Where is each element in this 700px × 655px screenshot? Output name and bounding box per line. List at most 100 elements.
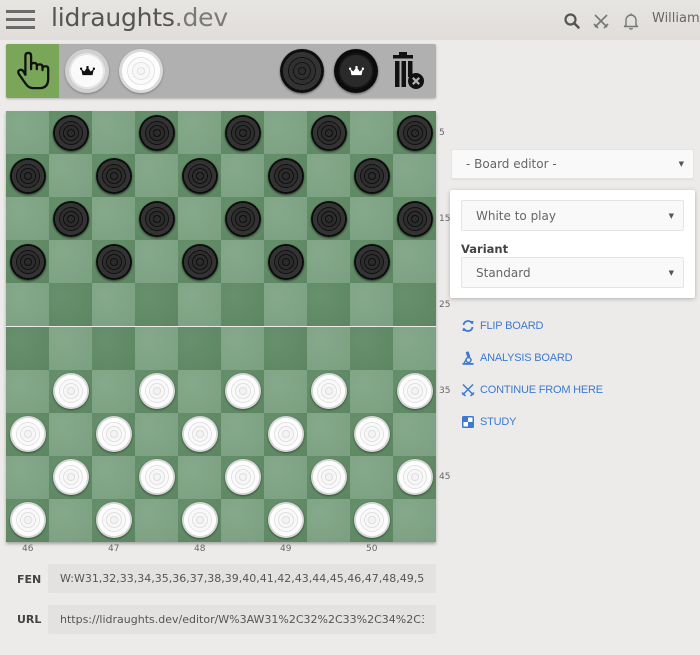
black-man-piece[interactable] bbox=[396, 200, 433, 237]
square-22[interactable] bbox=[135, 283, 178, 327]
black-man-piece[interactable] bbox=[95, 157, 132, 194]
black-man-piece[interactable] bbox=[224, 200, 261, 237]
light-square bbox=[393, 240, 436, 284]
white-king-spare[interactable] bbox=[65, 49, 109, 93]
square-26[interactable] bbox=[6, 326, 49, 370]
black-man-piece[interactable] bbox=[267, 243, 304, 280]
black-man-piece[interactable] bbox=[181, 157, 218, 194]
light-square bbox=[264, 455, 307, 499]
pointer-tool[interactable] bbox=[6, 44, 59, 98]
hand-pointer-icon bbox=[17, 51, 50, 90]
bell-icon[interactable] bbox=[622, 12, 640, 30]
light-square bbox=[92, 197, 135, 241]
light-square bbox=[307, 154, 350, 198]
white-man-piece[interactable] bbox=[353, 416, 390, 453]
square-21[interactable] bbox=[49, 283, 92, 327]
white-man-piece[interactable] bbox=[9, 416, 46, 453]
board[interactable] bbox=[6, 111, 436, 543]
black-man-piece[interactable] bbox=[224, 114, 261, 151]
site-name: lidraughts bbox=[51, 3, 175, 32]
black-man-piece[interactable] bbox=[181, 243, 218, 280]
variant-select[interactable]: Standard ▼ bbox=[461, 257, 684, 288]
black-man-piece[interactable] bbox=[267, 157, 304, 194]
site-logo[interactable]: lidraughts.dev bbox=[51, 3, 228, 32]
light-square bbox=[221, 498, 264, 543]
white-man-spare[interactable] bbox=[119, 49, 163, 93]
crown-icon bbox=[348, 65, 364, 75]
coord-right-15: 15 bbox=[439, 214, 451, 224]
user-menu[interactable]: William bbox=[652, 11, 700, 26]
url-input[interactable] bbox=[48, 605, 436, 634]
white-man-piece[interactable] bbox=[181, 502, 218, 539]
light-square bbox=[221, 412, 264, 456]
study-button[interactable]: STUDY bbox=[461, 413, 516, 431]
spare-pieces-bar bbox=[6, 44, 436, 98]
light-square bbox=[135, 326, 178, 370]
turn-select[interactable]: White to play ▼ bbox=[461, 200, 684, 231]
black-king-spare[interactable] bbox=[334, 49, 378, 93]
white-man-piece[interactable] bbox=[396, 459, 433, 496]
light-square bbox=[49, 326, 92, 370]
light-square bbox=[6, 111, 49, 155]
black-man-piece[interactable] bbox=[9, 243, 46, 280]
white-man-piece[interactable] bbox=[138, 373, 175, 410]
black-man-piece[interactable] bbox=[138, 200, 175, 237]
continue-from-here-button[interactable]: CONTINUE FROM HERE bbox=[461, 381, 603, 399]
square-29[interactable] bbox=[264, 326, 307, 370]
white-man-piece[interactable] bbox=[9, 502, 46, 539]
white-man-piece[interactable] bbox=[95, 416, 132, 453]
black-man-piece[interactable] bbox=[138, 114, 175, 151]
square-23[interactable] bbox=[221, 283, 264, 327]
square-27[interactable] bbox=[92, 326, 135, 370]
black-man-piece[interactable] bbox=[353, 157, 390, 194]
black-man-piece[interactable] bbox=[310, 200, 347, 237]
light-square bbox=[350, 197, 393, 241]
editor-mode-select[interactable]: - Board editor - ▼ bbox=[451, 149, 694, 179]
light-square bbox=[221, 154, 264, 198]
hamburger-menu-icon[interactable] bbox=[6, 10, 35, 30]
analysis-board-button[interactable]: ANALYSIS BOARD bbox=[461, 349, 573, 367]
white-man-piece[interactable] bbox=[52, 373, 89, 410]
white-man-piece[interactable] bbox=[224, 373, 261, 410]
black-man-spare[interactable] bbox=[280, 49, 324, 93]
light-square bbox=[350, 111, 393, 155]
black-man-piece[interactable] bbox=[310, 114, 347, 151]
black-man-piece[interactable] bbox=[9, 157, 46, 194]
light-square bbox=[307, 240, 350, 284]
black-man-piece[interactable] bbox=[52, 200, 89, 237]
white-man-piece[interactable] bbox=[353, 502, 390, 539]
flip-board-button[interactable]: FLIP BOARD bbox=[461, 317, 543, 335]
white-man-piece[interactable] bbox=[95, 502, 132, 539]
trash-tool[interactable] bbox=[392, 52, 426, 90]
fen-input[interactable] bbox=[48, 564, 436, 593]
light-square bbox=[393, 412, 436, 456]
light-square bbox=[92, 111, 135, 155]
light-square bbox=[178, 369, 221, 413]
white-man-piece[interactable] bbox=[52, 459, 89, 496]
white-man-piece[interactable] bbox=[138, 459, 175, 496]
white-man-piece[interactable] bbox=[181, 416, 218, 453]
black-man-piece[interactable] bbox=[95, 243, 132, 280]
square-25[interactable] bbox=[393, 283, 436, 327]
white-man-piece[interactable] bbox=[310, 459, 347, 496]
light-square bbox=[350, 455, 393, 499]
square-30[interactable] bbox=[350, 326, 393, 370]
light-square bbox=[264, 369, 307, 413]
white-man-piece[interactable] bbox=[396, 373, 433, 410]
square-24[interactable] bbox=[307, 283, 350, 327]
black-man-piece[interactable] bbox=[52, 114, 89, 151]
white-man-piece[interactable] bbox=[267, 502, 304, 539]
light-square bbox=[92, 283, 135, 327]
coord-bottom-48: 48 bbox=[194, 544, 206, 554]
white-man-piece[interactable] bbox=[224, 459, 261, 496]
search-icon[interactable] bbox=[563, 12, 581, 30]
crossed-swords-icon[interactable] bbox=[592, 12, 610, 30]
light-square bbox=[178, 283, 221, 327]
white-man-piece[interactable] bbox=[310, 373, 347, 410]
black-man-piece[interactable] bbox=[396, 114, 433, 151]
board-squares[interactable] bbox=[6, 111, 436, 543]
white-man-piece[interactable] bbox=[267, 416, 304, 453]
black-man-piece[interactable] bbox=[353, 243, 390, 280]
square-28[interactable] bbox=[178, 326, 221, 370]
analysis-board-label: ANALYSIS BOARD bbox=[480, 352, 573, 364]
